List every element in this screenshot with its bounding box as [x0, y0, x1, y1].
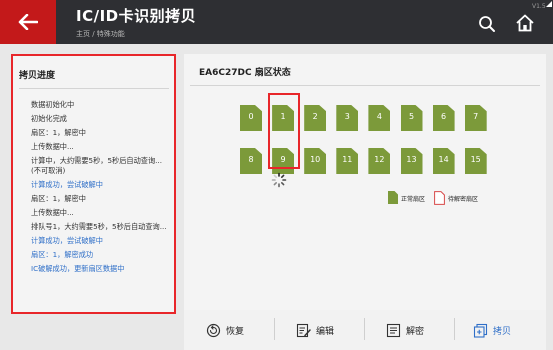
restore-button[interactable]: 恢复 — [206, 316, 244, 344]
sector-8[interactable]: 8 — [240, 148, 262, 174]
decrypt-icon — [386, 323, 401, 337]
page-title: IC/ID卡识别拷贝 — [76, 7, 197, 25]
log-line: 扇区：1，解密中 — [31, 128, 86, 138]
restore-icon — [206, 323, 221, 337]
sector-2[interactable]: 2 — [304, 105, 327, 131]
log-line: 初始化完成 — [31, 114, 67, 124]
arrow-left-icon — [18, 14, 38, 30]
sector-7[interactable]: 7 — [464, 105, 487, 131]
copy-label: 拷贝 — [493, 326, 512, 337]
sector-label: 8 — [248, 155, 254, 164]
legend-pending-label: 待解密扇区 — [448, 196, 479, 203]
sector-label: 15 — [470, 155, 481, 164]
sector-label: 0 — [248, 112, 254, 121]
sector-label: 11 — [342, 155, 353, 164]
sector-status-panel — [184, 54, 546, 310]
sector-label: 12 — [374, 155, 385, 164]
log-line: 计算中，大约需要5秒，5秒后自动查询...(不可取消) — [31, 156, 163, 175]
sector-label: 14 — [438, 155, 449, 164]
sector-14[interactable]: 14 — [432, 148, 455, 174]
breadcrumb[interactable]: 主页 / 特殊功能 — [76, 29, 125, 39]
divider — [190, 85, 540, 86]
copy-button[interactable]: 拷贝 — [473, 316, 511, 344]
sector-label: 6 — [441, 112, 447, 121]
divider — [19, 88, 169, 89]
divider — [364, 318, 365, 340]
search-icon — [479, 16, 495, 32]
sector-label: 4 — [376, 112, 382, 121]
log-line: 计算成功，尝试破解中 — [31, 179, 103, 189]
decrypt-button[interactable]: 解密 — [386, 316, 424, 344]
status-indicator — [545, 0, 553, 10]
sector-3[interactable]: 3 — [336, 105, 359, 131]
sector-10[interactable]: 10 — [304, 148, 327, 174]
progress-log: 数据初始化中 初始化完成扇区：1，解密中 上传数据中... 计算中，大约需要5秒，5秒… — [31, 100, 171, 278]
sector-13[interactable]: 13 — [400, 148, 423, 174]
log-line: 扇区：1，解密中 — [31, 193, 86, 203]
sector-15[interactable]: 15 — [464, 148, 487, 174]
home-button[interactable] — [515, 13, 535, 33]
legend-normal-label: 正常扇区 — [401, 196, 426, 203]
sector-label: 5 — [408, 112, 415, 121]
sector-status-title: EA6C27DC 扇区状态 — [199, 68, 291, 78]
divider — [454, 318, 455, 340]
sector-5[interactable]: 5 — [400, 105, 423, 131]
log-line: 扇区：1，解密成功 — [31, 249, 94, 259]
log-line: 排队号1，大约需要5秒，5秒后自动查询... — [31, 221, 167, 231]
log-line: IC破解成功，更新扇区数据中 — [31, 263, 125, 273]
selected-sector-highlight — [268, 93, 300, 169]
search-button[interactable] — [478, 15, 496, 33]
copy-icon — [473, 323, 488, 338]
sector-4[interactable]: 4 — [368, 105, 391, 131]
sector-label: 3 — [344, 112, 350, 121]
sector-label: 10 — [310, 155, 321, 164]
divider — [274, 318, 275, 340]
version-label: V1.5 — [532, 3, 546, 10]
sector-6[interactable]: 6 — [432, 105, 455, 131]
log-line: 数据初始化中 — [31, 100, 75, 109]
sector-label: 13 — [406, 155, 417, 164]
edit-button[interactable]: 编辑 — [296, 316, 334, 344]
home-icon — [516, 14, 534, 32]
sector-11[interactable]: 11 — [336, 148, 359, 174]
log-line: 上传数据中... — [31, 142, 74, 152]
copy-progress-title: 拷贝进度 — [19, 71, 56, 81]
loading-spinner-icon — [271, 172, 287, 188]
sector-label: 2 — [312, 112, 318, 121]
log-line: 计算成功，尝试破解中 — [31, 235, 103, 245]
sector-label: 7 — [473, 112, 479, 121]
edit-label: 编辑 — [316, 326, 335, 337]
pending-sector-icon — [434, 191, 445, 205]
edit-icon — [296, 323, 311, 337]
decrypt-label: 解密 — [406, 326, 425, 337]
sector-12[interactable]: 12 — [368, 148, 391, 174]
back-button[interactable] — [0, 0, 56, 44]
sector-0[interactable]: 0 — [240, 105, 262, 131]
log-line: 上传数据中... — [31, 207, 74, 217]
status-bar-icon — [546, 1, 552, 7]
restore-label: 恢复 — [226, 326, 245, 337]
